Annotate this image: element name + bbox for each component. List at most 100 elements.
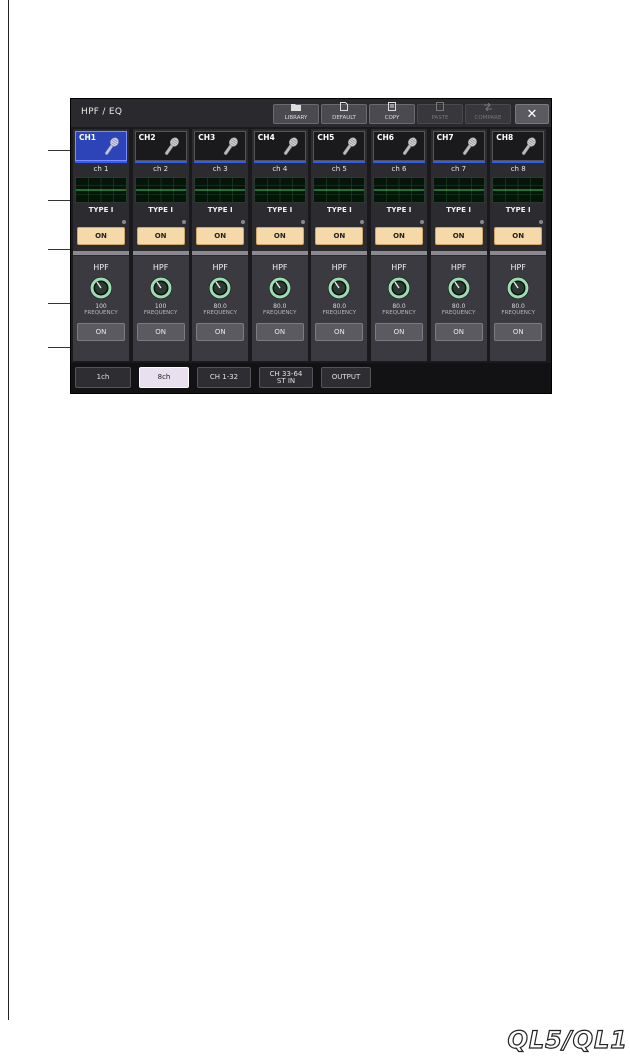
hpf-frequency-label: FREQUENCY: [84, 310, 118, 316]
channel-select-button[interactable]: CH7: [432, 131, 485, 161]
hpf-frequency-value: 80.0: [451, 303, 466, 310]
hpf-label: HPF: [331, 263, 348, 272]
channel-id: CH8: [496, 133, 514, 142]
hpf-frequency-label: FREQUENCY: [441, 310, 476, 316]
copy-icon: [388, 102, 396, 114]
hpf-frequency-label: FREQUENCY: [322, 310, 357, 316]
eq-on-button[interactable]: ON: [434, 227, 483, 245]
channel-strip: CH2 ch 2 TYPE I ON HPF 100 FREQUENCY ON: [132, 129, 189, 361]
compare-button[interactable]: COMPARE: [465, 102, 511, 124]
eq-on-button[interactable]: ON: [315, 227, 364, 245]
eq-type-label: TYPE I: [386, 206, 412, 214]
channel-name: ch 8: [510, 165, 526, 173]
eq-graph[interactable]: [75, 177, 127, 203]
tab-ch-33-64-st-in[interactable]: CH 33-64 ST IN: [259, 367, 313, 388]
close-button[interactable]: ✕: [515, 104, 549, 124]
hpf-frequency-value: 80.0: [273, 303, 287, 310]
tab-ch-1-32[interactable]: CH 1-32: [197, 367, 251, 388]
hpf-frequency-knob[interactable]: [327, 276, 351, 300]
microphone-icon: [457, 135, 481, 159]
eq-graph[interactable]: [313, 177, 366, 203]
channel-select-button[interactable]: CH1: [75, 131, 127, 161]
brand-logo: QL5/QL1: [507, 1025, 628, 1054]
hpf-on-button[interactable]: ON: [255, 323, 304, 341]
title-bar: HPF / EQ LIBRARY DEFAULT COPY PASTE COMP…: [71, 99, 551, 127]
hpf-label: HPF: [450, 263, 467, 272]
hpf-on-button[interactable]: ON: [77, 323, 125, 341]
hpf-frequency-value: 100: [95, 303, 107, 310]
eq-on-button[interactable]: ON: [494, 227, 543, 245]
hpf-frequency-knob[interactable]: [89, 276, 113, 300]
hpf-on-button[interactable]: ON: [196, 323, 245, 341]
eq-indicator-dot: [300, 220, 305, 224]
channel-color-bar: [75, 161, 127, 163]
eq-graph[interactable]: [432, 177, 485, 203]
tab-1ch[interactable]: 1ch: [75, 367, 131, 388]
channel-strip: CH1 ch 1 TYPE I ON HPF 100 FREQUENCY ON: [73, 129, 129, 361]
hpf-frequency-knob[interactable]: [447, 276, 471, 300]
hpf-on-button[interactable]: ON: [136, 323, 185, 341]
tab-output[interactable]: OUTPUT: [321, 367, 371, 388]
channel-select-button[interactable]: CH8: [492, 131, 545, 161]
copy-button[interactable]: COPY: [369, 102, 415, 124]
hpf-frequency-knob[interactable]: [387, 276, 411, 300]
page-margin-rule: [8, 0, 9, 1020]
eq-indicator-dot: [122, 220, 126, 224]
section-divider: [132, 251, 189, 255]
document-icon: [340, 102, 348, 114]
eq-graph[interactable]: [253, 177, 306, 203]
hpf-frequency-knob[interactable]: [208, 276, 232, 300]
eq-graph[interactable]: [134, 177, 187, 203]
paste-icon: [436, 102, 444, 114]
hpf-frequency-knob[interactable]: [268, 276, 292, 300]
eq-indicator-dot: [360, 220, 365, 224]
hpf-frequency-label: FREQUENCY: [143, 310, 178, 316]
eq-on-button[interactable]: ON: [375, 227, 423, 245]
eq-on-button[interactable]: ON: [196, 227, 245, 245]
hpf-label: HPF: [212, 263, 228, 272]
channel-strip: CH4 ch 4 TYPE I ON HPF 80.0 FREQUENCY ON: [251, 129, 308, 361]
channel-select-button[interactable]: CH2: [134, 131, 187, 161]
folder-icon: [291, 103, 301, 114]
default-button[interactable]: DEFAULT: [321, 102, 367, 124]
eq-on-button[interactable]: ON: [255, 227, 304, 245]
eq-indicator-dot: [479, 220, 484, 224]
eq-type-label: TYPE I: [326, 206, 352, 214]
hpf-on-button[interactable]: ON: [434, 323, 483, 341]
library-button[interactable]: LIBRARY: [273, 104, 319, 124]
compare-icon: [483, 102, 493, 114]
tab-8ch[interactable]: 8ch: [139, 367, 189, 388]
microphone-icon: [218, 135, 242, 159]
hpf-frequency-value: 80.0: [213, 303, 227, 310]
channel-name: ch 2: [153, 165, 169, 173]
hpf-frequency-label: FREQUENCY: [382, 310, 416, 316]
channel-id: CH1: [79, 133, 96, 142]
eq-type-label: TYPE I: [148, 206, 173, 214]
eq-on-button[interactable]: ON: [77, 227, 125, 245]
channel-name: ch 5: [331, 165, 347, 173]
eq-on-button[interactable]: ON: [136, 227, 185, 245]
eq-graph[interactable]: [194, 177, 247, 203]
hpf-on-button[interactable]: ON: [494, 323, 543, 341]
hpf-frequency-knob[interactable]: [149, 276, 173, 300]
eq-graph[interactable]: [492, 177, 545, 203]
microphone-icon: [99, 135, 123, 159]
channel-strip: CH5 ch 5 TYPE I ON HPF 80.0 FREQUENCY ON: [311, 129, 368, 361]
hpf-frequency-knob[interactable]: [506, 276, 530, 300]
channel-select-button[interactable]: CH5: [313, 131, 366, 161]
hpf-on-button[interactable]: ON: [375, 323, 423, 341]
eq-graph[interactable]: [373, 177, 425, 203]
microphone-icon: [397, 135, 421, 159]
paste-label: PASTE: [431, 115, 449, 121]
channel-select-button[interactable]: CH4: [253, 131, 306, 161]
hpf-eq-window: HPF / EQ LIBRARY DEFAULT COPY PASTE COMP…: [70, 98, 552, 394]
hpf-on-button[interactable]: ON: [315, 323, 364, 341]
channel-select-button[interactable]: CH3: [194, 131, 247, 161]
channel-color-bar: [194, 161, 247, 163]
microphone-icon: [337, 135, 361, 159]
channel-select-button[interactable]: CH6: [373, 131, 425, 161]
hpf-frequency-value: 80.0: [511, 303, 525, 310]
eq-indicator-dot: [539, 220, 544, 224]
paste-button[interactable]: PASTE: [417, 102, 463, 124]
channel-strip: CH6 ch 6 TYPE I ON HPF 80.0 FREQUENCY ON: [371, 129, 427, 361]
